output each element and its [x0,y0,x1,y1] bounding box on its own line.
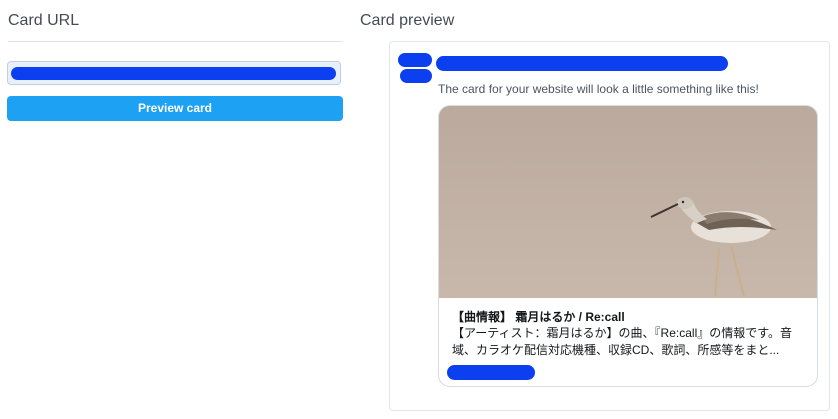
avatar-redacted [398,53,432,67]
tweet-text: The card for your website will look a li… [438,82,759,96]
card-preview-heading: Card preview [360,12,455,29]
bird-photo-icon [439,106,817,298]
tweet-author-redacted [436,56,728,71]
preview-card-button[interactable]: Preview card [7,96,343,121]
link-card[interactable]: 【曲情報】 霜月はるか / Re:call 【アーティスト：霜月はるか】の曲、『… [438,105,818,387]
divider [8,41,343,42]
tweet-preview: The card for your website will look a li… [389,41,830,411]
card-url-value-redacted [11,67,336,80]
card-url-heading: Card URL [8,12,80,29]
card-url-input[interactable] [7,61,341,85]
card-description: 【アーティスト：霜月はるか】の曲、『Re:call』の情報です。音域、カラオケ配… [452,326,793,357]
card-image [439,106,817,298]
card-domain-redacted [447,365,535,380]
avatar-redacted-lower [400,69,432,83]
card-title: 【曲情報】 霜月はるか / Re:call [452,310,625,324]
